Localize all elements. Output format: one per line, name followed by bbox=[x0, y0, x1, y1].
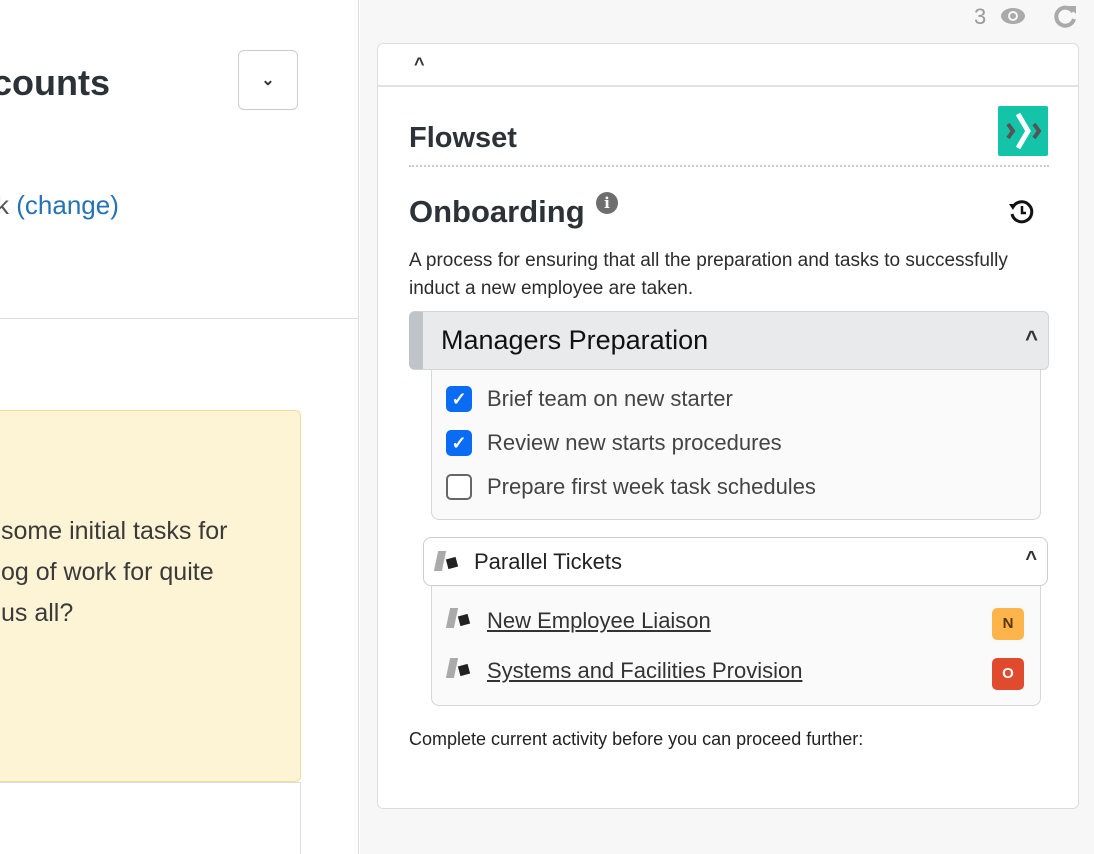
flowset-sidebar: 3 ^ Flowset Onboarding i A process for e… bbox=[360, 0, 1094, 854]
checkbox-checked[interactable]: ✓ bbox=[446, 430, 472, 456]
checklist-label: Prepare first week task schedules bbox=[487, 474, 816, 499]
checklist-label: Review new starts procedures bbox=[487, 430, 782, 455]
checklist-item[interactable]: ✓ Brief team on new starter bbox=[446, 386, 733, 412]
process-description: A process for ensuring that all the prep… bbox=[409, 250, 1008, 299]
checklist: ✓ Brief team on new starter ✓ Review new s… bbox=[431, 370, 1041, 520]
message-box: some initial tasks for og of work for qu… bbox=[0, 410, 301, 782]
ticket-icon bbox=[433, 551, 462, 573]
dotted-divider bbox=[409, 165, 1049, 167]
checkbox-checked[interactable]: ✓ bbox=[446, 386, 472, 412]
parallel-tickets-header[interactable]: Parallel Tickets ^ bbox=[423, 537, 1048, 586]
status-badge: N bbox=[992, 608, 1024, 640]
checkbox-unchecked[interactable] bbox=[446, 474, 472, 500]
lower-box bbox=[0, 782, 301, 854]
info-icon[interactable]: i bbox=[596, 192, 618, 214]
message-line: og of work for quite bbox=[1, 558, 214, 586]
message-line: some initial tasks for bbox=[1, 517, 228, 545]
change-link[interactable]: (change) bbox=[16, 190, 119, 220]
ticket-icon bbox=[445, 608, 474, 630]
ticket-icon bbox=[445, 658, 474, 680]
ticket-list: New Employee Liaison N Systems and Facil… bbox=[431, 586, 1041, 706]
history-icon[interactable] bbox=[1008, 198, 1036, 226]
process-title: Onboarding bbox=[409, 194, 585, 229]
footer-note: Complete current activity before you can… bbox=[409, 729, 864, 749]
checklist-item[interactable]: ✓ Review new starts procedures bbox=[446, 430, 782, 456]
chevron-up-icon[interactable]: ^ bbox=[414, 54, 425, 75]
checklist-item[interactable]: Prepare first week task schedules bbox=[446, 474, 816, 500]
flowset-card: ^ Flowset Onboarding i A process for ens… bbox=[377, 43, 1079, 809]
message-line: us all? bbox=[1, 599, 74, 627]
divider bbox=[0, 318, 358, 319]
chevron-up-icon[interactable]: ^ bbox=[1025, 326, 1038, 352]
header-divider bbox=[378, 85, 1078, 87]
chevron-up-icon[interactable]: ^ bbox=[1025, 548, 1037, 571]
left-panel: counts ⌄ k (change) some initial tasks f… bbox=[0, 0, 359, 854]
stage-header[interactable]: Managers Preparation ^ bbox=[409, 311, 1049, 370]
ticket-link[interactable]: Systems and Facilities Provision bbox=[487, 658, 802, 684]
eye-icon[interactable] bbox=[1000, 6, 1026, 26]
chevron-down-icon: ⌄ bbox=[261, 72, 275, 89]
change-line: k (change) bbox=[0, 190, 119, 221]
ticket-link[interactable]: New Employee Liaison bbox=[487, 608, 711, 634]
stage-title: Managers Preparation bbox=[441, 325, 709, 355]
dropdown-button[interactable]: ⌄ bbox=[238, 50, 298, 110]
status-badge: O bbox=[992, 658, 1024, 690]
change-prefix: k bbox=[0, 190, 9, 220]
view-count: 3 bbox=[974, 4, 987, 29]
flowset-logo-icon bbox=[998, 106, 1048, 156]
refresh-icon[interactable] bbox=[1054, 4, 1078, 28]
parallel-title: Parallel Tickets bbox=[474, 549, 622, 574]
page-title: counts bbox=[0, 62, 111, 103]
brand-title: Flowset bbox=[409, 122, 517, 154]
checklist-label: Brief team on new starter bbox=[487, 386, 733, 411]
